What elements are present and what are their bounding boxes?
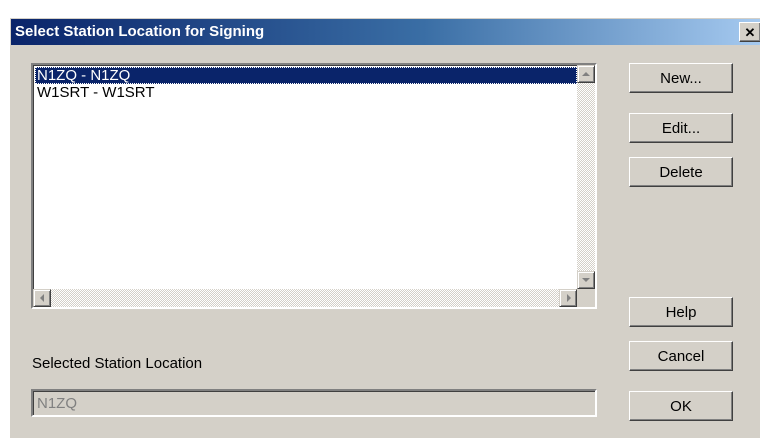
help-button[interactable]: Help [629, 297, 733, 327]
list-item[interactable]: N1ZQ - N1ZQ [35, 67, 577, 84]
scroll-right-button[interactable] [559, 289, 577, 307]
close-button[interactable]: ✕ [739, 22, 760, 42]
new-button[interactable]: New... [629, 63, 733, 93]
scroll-left-icon [40, 294, 44, 302]
scroll-down-button[interactable] [577, 271, 595, 289]
dialog-title: Select Station Location for Signing [15, 23, 265, 40]
select-station-dialog: Select Station Location for Signing ✕ N1… [10, 18, 760, 438]
close-icon: ✕ [744, 24, 756, 40]
scroll-right-icon [567, 294, 571, 302]
scroll-up-button[interactable] [577, 65, 595, 83]
title-bar[interactable]: Select Station Location for Signing ✕ [11, 19, 760, 45]
list-item[interactable]: W1SRT - W1SRT [35, 84, 577, 101]
delete-button[interactable]: Delete [629, 157, 733, 187]
scroll-down-icon [582, 278, 590, 282]
scroll-left-button[interactable] [33, 289, 51, 307]
edit-button[interactable]: Edit... [629, 113, 733, 143]
scrollbar-corner [577, 289, 595, 307]
scroll-up-icon [582, 72, 590, 76]
ok-button[interactable]: OK [629, 391, 733, 421]
station-list[interactable]: N1ZQ - N1ZQ W1SRT - W1SRT [31, 63, 597, 309]
horizontal-scrollbar[interactable] [33, 289, 577, 307]
selected-location-label: Selected Station Location [32, 355, 203, 372]
cancel-button[interactable]: Cancel [629, 341, 733, 371]
selected-location-field: N1ZQ [31, 389, 597, 417]
vertical-scrollbar[interactable] [577, 65, 595, 289]
station-list-items: N1ZQ - N1ZQ W1SRT - W1SRT [35, 67, 577, 101]
